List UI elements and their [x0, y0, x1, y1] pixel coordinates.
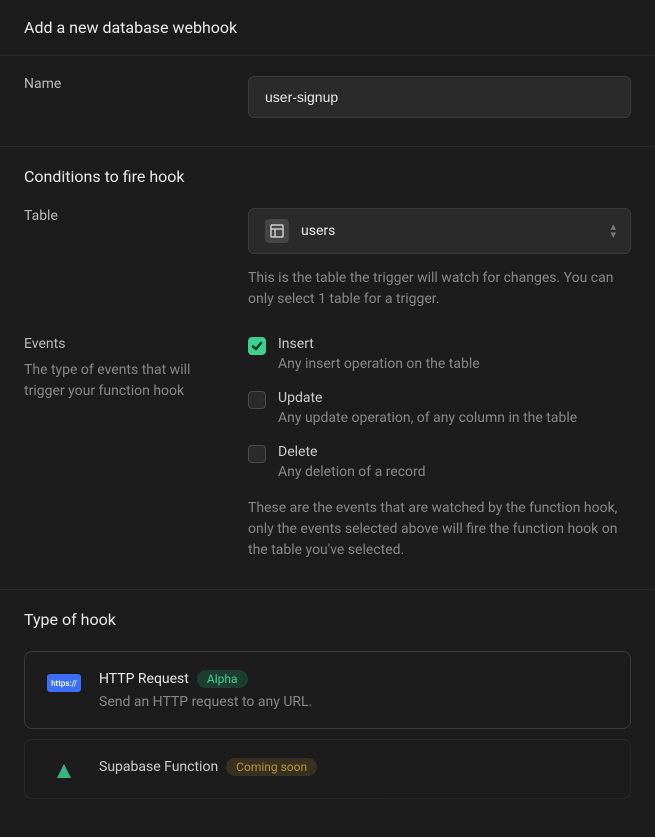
event-delete-checkbox[interactable]: [248, 445, 266, 463]
alpha-badge: Alpha: [197, 670, 248, 688]
table-select[interactable]: users ▴▾: [248, 208, 631, 254]
http-icon: https://: [47, 674, 81, 692]
table-select-value: users: [301, 223, 335, 239]
function-icon: [47, 762, 81, 780]
event-delete-desc: Any deletion of a record: [278, 464, 631, 480]
events-label-desc: The type of events that will trigger you…: [24, 360, 232, 402]
event-delete-title: Delete: [278, 444, 631, 460]
name-label: Name: [24, 76, 232, 92]
table-label: Table: [24, 208, 232, 224]
hook-http-desc: Send an HTTP request to any URL.: [99, 694, 608, 710]
coming-soon-badge: Coming soon: [226, 758, 317, 776]
event-insert-desc: Any insert operation on the table: [278, 356, 631, 372]
event-update-title: Update: [278, 390, 631, 406]
table-icon: [265, 219, 289, 243]
event-update-checkbox[interactable]: [248, 391, 266, 409]
conditions-heading: Conditions to fire hook: [24, 167, 631, 186]
hook-option-http[interactable]: https:// HTTP Request Alpha Send an HTTP…: [24, 651, 631, 729]
event-update-desc: Any update operation, of any column in t…: [278, 410, 631, 426]
hook-function-title: Supabase Function: [99, 759, 218, 775]
chevron-up-down-icon: ▴▾: [610, 223, 616, 238]
events-helper-text: These are the events that are watched by…: [248, 498, 631, 561]
hook-type-heading: Type of hook: [24, 610, 631, 629]
event-insert-checkbox[interactable]: [248, 337, 266, 355]
events-label: Events: [24, 336, 232, 352]
table-helper-text: This is the table the trigger will watch…: [248, 268, 631, 310]
hook-http-title: HTTP Request: [99, 671, 189, 687]
hook-option-function[interactable]: Supabase Function Coming soon: [24, 739, 631, 799]
name-input[interactable]: [248, 76, 631, 118]
event-insert-title: Insert: [278, 336, 631, 352]
page-title: Add a new database webhook: [24, 18, 631, 37]
